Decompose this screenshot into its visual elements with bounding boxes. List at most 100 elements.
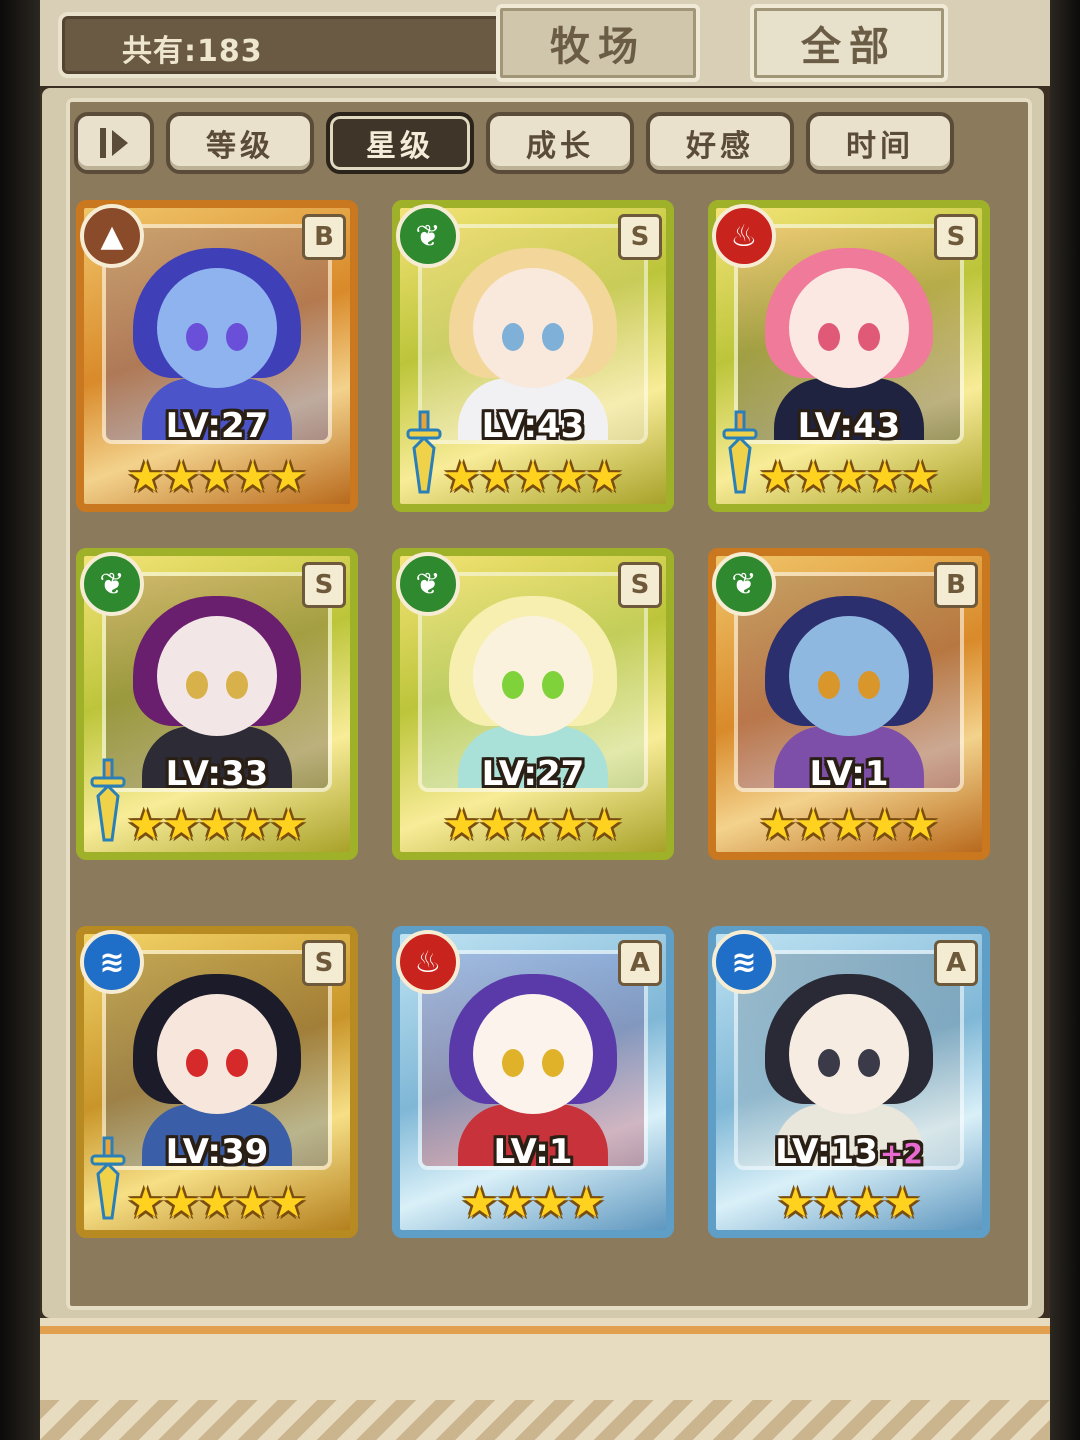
star-icon: ★ [794, 452, 833, 501]
monster-card[interactable]: ❦ S LV:43 ★★★★★ [392, 200, 674, 512]
monster-count-box: 共有:183 [58, 12, 518, 78]
star-icon: ★ [794, 800, 833, 849]
level-label: LV:1 [716, 754, 982, 794]
star-icon: ★ [269, 452, 308, 501]
rank-badge: A [618, 940, 662, 986]
level-label: LV:39 [84, 1132, 350, 1172]
sort-by-rarity-button[interactable]: 星级 [326, 112, 474, 174]
star-icon: ★ [162, 1178, 201, 1227]
star-icon: ★ [442, 452, 481, 501]
star-rating: ★★★★★ [400, 804, 666, 846]
star-rating: ★★★★★ [716, 456, 982, 498]
level-label: LV:43 [716, 406, 982, 446]
star-icon: ★ [830, 800, 868, 849]
nature-element-icon: ❦ [80, 552, 144, 616]
monster-card[interactable]: ≋ A LV:13+2 ★★★★ [708, 926, 990, 1238]
star-icon: ★ [478, 800, 517, 849]
monster-card[interactable]: ❦ S LV:27 ★★★★★ [392, 548, 674, 860]
sort-by-time-button[interactable]: 时间 [806, 112, 954, 174]
star-icon: ★ [865, 800, 904, 849]
tab-all[interactable]: 全部 [750, 4, 948, 82]
level-value: LV:1 [809, 754, 889, 794]
monster-card[interactable]: ≋ S LV:39 ★★★★★ [76, 926, 358, 1238]
device-bezel-right [1050, 0, 1080, 1440]
level-value: LV:13 [775, 1132, 878, 1172]
star-icon: ★ [812, 1178, 850, 1227]
rank-badge: S [302, 940, 346, 986]
rank-badge: S [302, 562, 346, 608]
star-icon: ★ [162, 800, 201, 849]
star-icon: ★ [883, 1178, 922, 1227]
star-icon: ★ [549, 452, 588, 501]
nature-element-icon: ❦ [396, 552, 460, 616]
level-label: LV:13+2 [716, 1132, 982, 1172]
bottom-frame [40, 1318, 1050, 1440]
level-value: LV:27 [481, 754, 585, 794]
star-icon: ★ [549, 800, 588, 849]
star-icon: ★ [514, 800, 552, 849]
collection-grid-area: 等级 星级 成长 好感 时间 ▲ B LV:27 ★★★★★ ❦ S LV:43 ★★★★★ ♨… [66, 98, 1032, 1310]
star-icon: ★ [567, 1178, 606, 1227]
star-icon: ★ [162, 452, 201, 501]
monster-card[interactable]: ♨ A LV:1 ★★★★ [392, 926, 674, 1238]
rank-badge: B [934, 562, 978, 608]
monster-card[interactable]: ▲ B LV:27 ★★★★★ [76, 200, 358, 512]
star-icon: ★ [233, 800, 272, 849]
star-icon: ★ [269, 1178, 308, 1227]
star-rating: ★★★★★ [84, 456, 350, 498]
star-icon: ★ [758, 452, 797, 501]
star-icon: ★ [126, 800, 165, 849]
star-icon: ★ [830, 452, 868, 501]
level-label: LV:27 [400, 754, 666, 794]
level-bonus: +2 [879, 1137, 923, 1170]
star-icon: ★ [758, 800, 797, 849]
rank-badge: S [618, 562, 662, 608]
level-value: LV:27 [165, 406, 269, 446]
rank-badge: A [934, 940, 978, 986]
star-icon: ★ [233, 452, 272, 501]
monster-card[interactable]: ♨ S LV:43 ★★★★★ [708, 200, 990, 512]
star-rating: ★★★★ [400, 1182, 666, 1224]
star-icon: ★ [198, 800, 236, 849]
sort-by-affection-button[interactable]: 好感 [646, 112, 794, 174]
footer-divider [40, 1326, 1050, 1334]
level-value: LV:43 [481, 406, 585, 446]
rank-badge: S [934, 214, 978, 260]
level-value: LV:43 [797, 406, 901, 446]
rank-badge: B [302, 214, 346, 260]
star-rating: ★★★★ [716, 1182, 982, 1224]
nature-element-icon: ❦ [712, 552, 776, 616]
star-rating: ★★★★★ [84, 1182, 350, 1224]
star-icon: ★ [269, 800, 308, 849]
star-icon: ★ [848, 1178, 886, 1227]
star-icon: ★ [776, 1178, 815, 1227]
level-label: LV:33 [84, 754, 350, 794]
earth-element-icon: ▲ [80, 204, 144, 268]
level-value: LV:1 [493, 1132, 573, 1172]
sort-by-level-button[interactable]: 等级 [166, 112, 314, 174]
star-icon: ★ [460, 1178, 499, 1227]
star-icon: ★ [442, 800, 481, 849]
sort-order-icon [100, 128, 128, 158]
fire-element-icon: ♨ [712, 204, 776, 268]
sort-by-growth-button[interactable]: 成长 [486, 112, 634, 174]
star-icon: ★ [901, 800, 940, 849]
star-icon: ★ [126, 1178, 165, 1227]
level-label: LV:27 [84, 406, 350, 446]
level-label: LV:1 [400, 1132, 666, 1172]
footer-pattern [40, 1400, 1050, 1440]
monster-card[interactable]: ❦ S LV:33 ★★★★★ [76, 548, 358, 860]
rank-badge: S [618, 214, 662, 260]
fire-element-icon: ♨ [396, 930, 460, 994]
tab-ranch[interactable]: 牧场 [496, 4, 700, 82]
star-icon: ★ [901, 452, 940, 501]
monster-card[interactable]: ❦ B LV:1 ★★★★★ [708, 548, 990, 860]
star-icon: ★ [478, 452, 517, 501]
sort-order-button[interactable] [74, 112, 154, 174]
star-icon: ★ [126, 452, 165, 501]
monster-count: 共有:183 [122, 34, 263, 69]
star-rating: ★★★★★ [400, 456, 666, 498]
device-bezel-left [0, 0, 40, 1440]
nature-element-icon: ❦ [396, 204, 460, 268]
star-icon: ★ [532, 1178, 570, 1227]
